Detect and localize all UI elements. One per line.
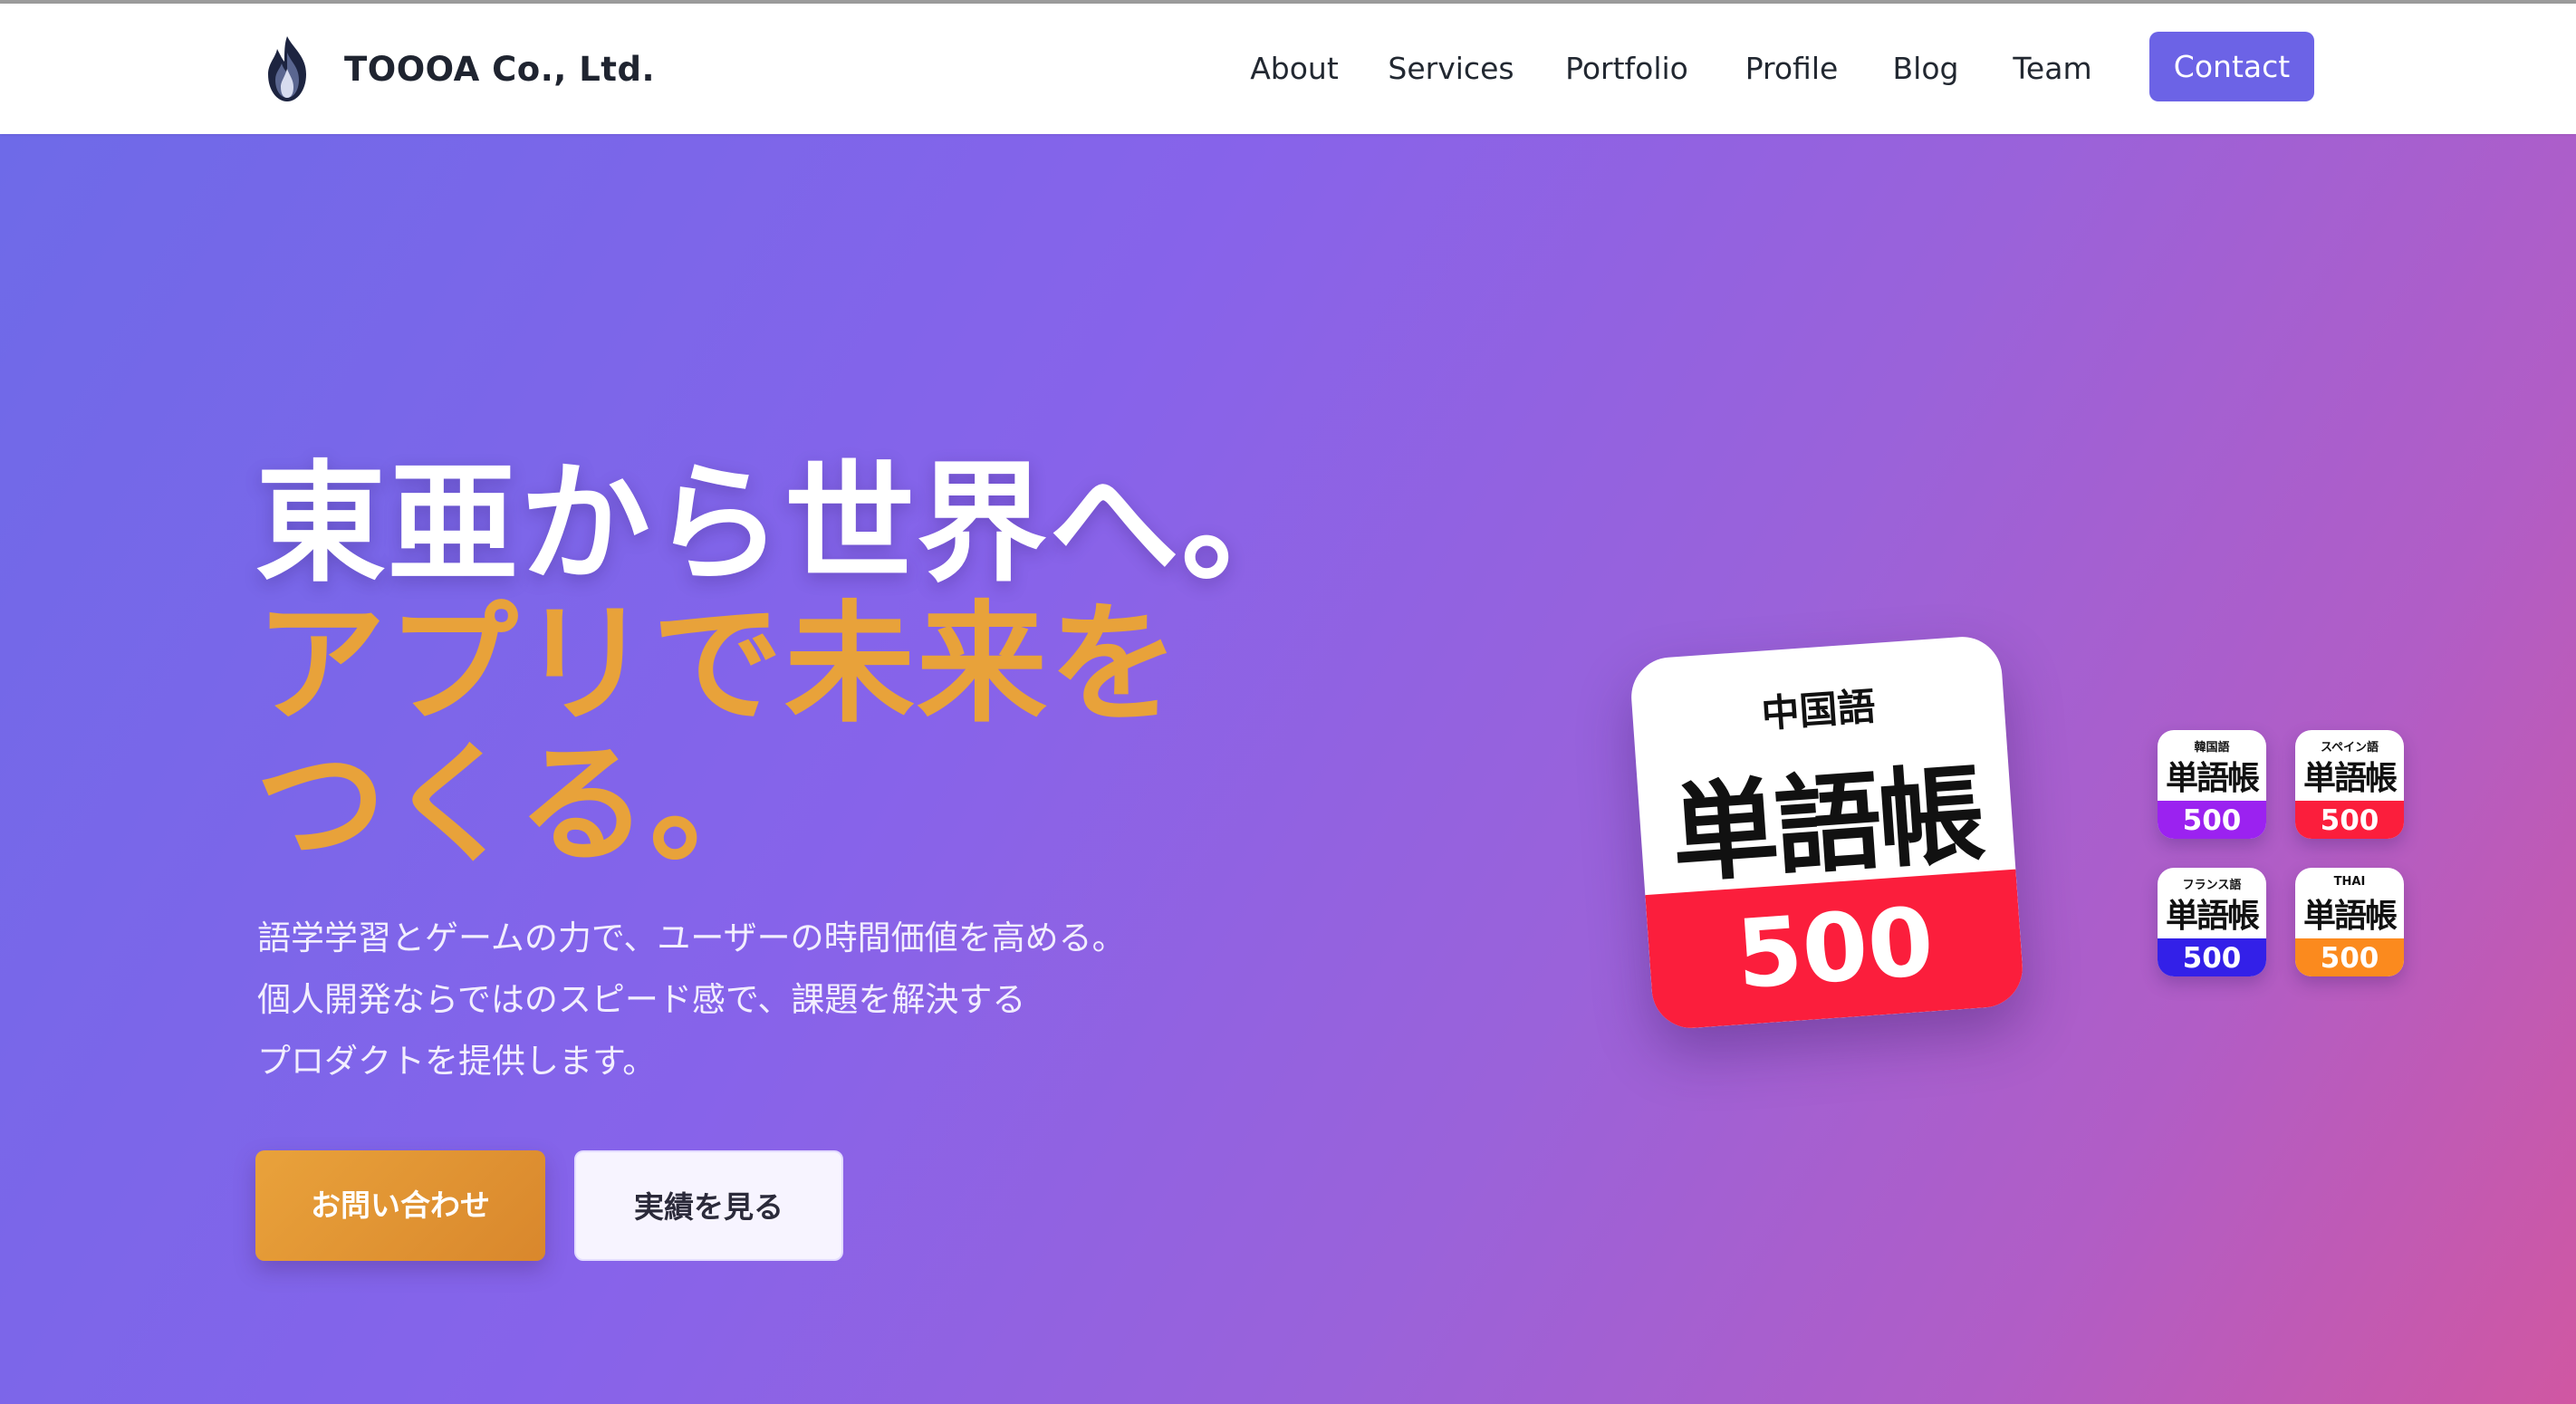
hero-headline-line1: 東亜から世界へ。 bbox=[255, 447, 1314, 600]
hero-section: 東亜から世界へ。 アプリで未来を つくる。 語学学習とゲームの力で、ユーザーの時… bbox=[0, 134, 2576, 1404]
app-icon-number: 500 bbox=[2320, 804, 2379, 837]
featured-app-word: 単語帳 bbox=[1667, 750, 1985, 898]
nav-blog[interactable]: Blog bbox=[1886, 43, 1966, 94]
app-icon-language: THAI bbox=[2333, 875, 2366, 889]
hero-description-line3: プロダクトを提供します。 bbox=[257, 1042, 657, 1081]
main-nav: About Services Portfolio Profile Blog Te… bbox=[0, 4, 2576, 134]
app-icon-french[interactable]: フランス語 単語帳 500 bbox=[2158, 868, 2266, 976]
app-icon-word: 単語帳 bbox=[2165, 759, 2260, 797]
app-icon-number: 500 bbox=[2182, 804, 2242, 837]
app-icon-number: 500 bbox=[2320, 942, 2379, 975]
contact-button[interactable]: Contact bbox=[2149, 32, 2314, 101]
featured-app-icon[interactable]: 中国語 単語帳 500 bbox=[1629, 634, 2025, 1031]
app-icon-word: 単語帳 bbox=[2165, 897, 2260, 935]
nav-services[interactable]: Services bbox=[1386, 43, 1516, 94]
portfolio-cta-button[interactable]: 実績を見る bbox=[574, 1150, 843, 1261]
hero-description-line1: 語学学習とゲームの力で、ユーザーの時間価値を高める。 bbox=[257, 918, 1126, 957]
app-icon-spanish[interactable]: スペイン語 単語帳 500 bbox=[2295, 730, 2404, 839]
nav-team[interactable]: Team bbox=[2005, 43, 2100, 94]
hero-headline-line3: つくる。 bbox=[255, 728, 783, 880]
top-navbar: TOOOA Co., Ltd. About Services Portfolio… bbox=[0, 4, 2576, 134]
contact-cta-button[interactable]: お問い合わせ bbox=[255, 1150, 545, 1261]
app-icon-number: 500 bbox=[2182, 942, 2242, 975]
nav-portfolio[interactable]: Portfolio bbox=[1556, 43, 1697, 94]
app-icon-word: 単語帳 bbox=[2302, 759, 2398, 797]
hero-headline-line2: アプリで未来を bbox=[255, 588, 1182, 740]
app-icon-korean[interactable]: 韓国語 単語帳 500 bbox=[2158, 730, 2266, 839]
app-icon-word: 単語帳 bbox=[2302, 897, 2398, 935]
hero-description-line2: 個人開発ならではのスピード感で、課題を解決する bbox=[257, 980, 1026, 1019]
app-icon-thai[interactable]: THAI 単語帳 500 bbox=[2295, 868, 2404, 976]
nav-about[interactable]: About bbox=[1243, 43, 1346, 94]
nav-profile[interactable]: Profile bbox=[1737, 43, 1846, 94]
